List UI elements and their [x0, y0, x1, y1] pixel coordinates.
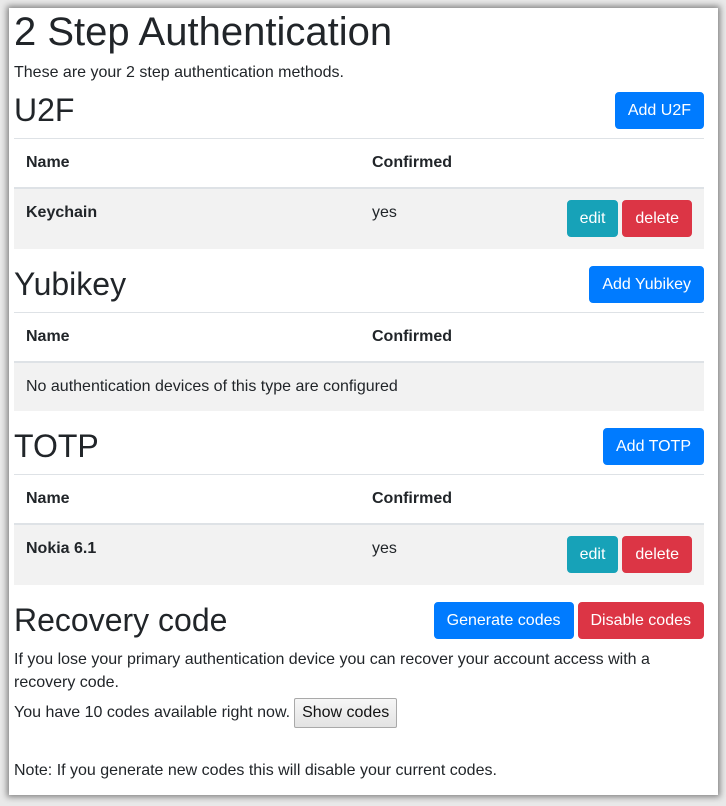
u2f-table: Name Confirmed Keychain yes edit delete — [14, 138, 704, 249]
u2f-section-header: U2F Add U2F — [14, 92, 704, 129]
show-codes-button[interactable]: Show codes — [294, 698, 398, 728]
column-header-confirmed: Confirmed — [360, 474, 502, 525]
recovery-heading: Recovery code — [14, 602, 228, 638]
device-confirmed: yes — [360, 188, 502, 249]
yubikey-section-header: Yubikey Add Yubikey — [14, 266, 704, 303]
edit-button[interactable]: edit — [566, 536, 619, 573]
codes-available-line: You have 10 codes available right now. S… — [14, 698, 704, 728]
empty-row: No authentication devices of this type a… — [14, 362, 704, 411]
device-name: Keychain — [14, 188, 360, 249]
u2f-heading: U2F — [14, 92, 75, 128]
totp-section-header: TOTP Add TOTP — [14, 428, 704, 465]
delete-button[interactable]: delete — [622, 200, 692, 237]
recovery-section-header: Recovery code Generate codes Disable cod… — [14, 602, 704, 639]
page-intro: These are your 2 step authentication met… — [14, 64, 344, 81]
row-actions: edit delete — [501, 524, 704, 585]
column-header-name: Name — [14, 138, 360, 189]
totp-heading: TOTP — [14, 428, 99, 464]
column-header-actions — [501, 474, 704, 525]
disable-codes-button[interactable]: Disable codes — [577, 602, 704, 639]
empty-message: No authentication devices of this type a… — [14, 362, 704, 411]
column-header-actions — [639, 312, 704, 363]
column-header-name: Name — [14, 474, 360, 525]
row-actions: edit delete — [501, 188, 704, 249]
column-header-confirmed: Confirmed — [360, 138, 502, 189]
device-name: Nokia 6.1 — [14, 524, 360, 585]
table-row: Keychain yes edit delete — [14, 188, 704, 249]
table-header-row: Name Confirmed — [14, 312, 704, 363]
table-row: Nokia 6.1 yes edit delete — [14, 524, 704, 585]
column-header-actions — [501, 138, 704, 189]
table-header-row: Name Confirmed — [14, 138, 704, 189]
add-u2f-button[interactable]: Add U2F — [614, 92, 704, 129]
yubikey-table: Name Confirmed No authentication devices… — [14, 312, 704, 411]
column-header-confirmed: Confirmed — [360, 312, 640, 363]
generate-codes-button[interactable]: Generate codes — [433, 602, 574, 639]
delete-button[interactable]: delete — [622, 536, 692, 573]
page-title: 2 Step Authentication — [14, 10, 393, 54]
recovery-note: Note: If you generate new codes this wil… — [14, 762, 497, 779]
column-header-name: Name — [14, 312, 360, 363]
edit-button[interactable]: edit — [566, 200, 619, 237]
device-confirmed: yes — [360, 524, 502, 585]
page-window: 2 Step Authentication These are your 2 s… — [9, 8, 718, 795]
codes-available-text: You have 10 codes available right now. — [14, 704, 291, 721]
table-header-row: Name Confirmed — [14, 474, 704, 525]
totp-table: Name Confirmed Nokia 6.1 yes edit delete — [14, 474, 704, 585]
add-totp-button[interactable]: Add TOTP — [603, 428, 704, 465]
recovery-description: If you lose your primary authentication … — [14, 651, 650, 691]
yubikey-heading: Yubikey — [14, 266, 127, 302]
add-yubikey-button[interactable]: Add Yubikey — [589, 266, 704, 303]
